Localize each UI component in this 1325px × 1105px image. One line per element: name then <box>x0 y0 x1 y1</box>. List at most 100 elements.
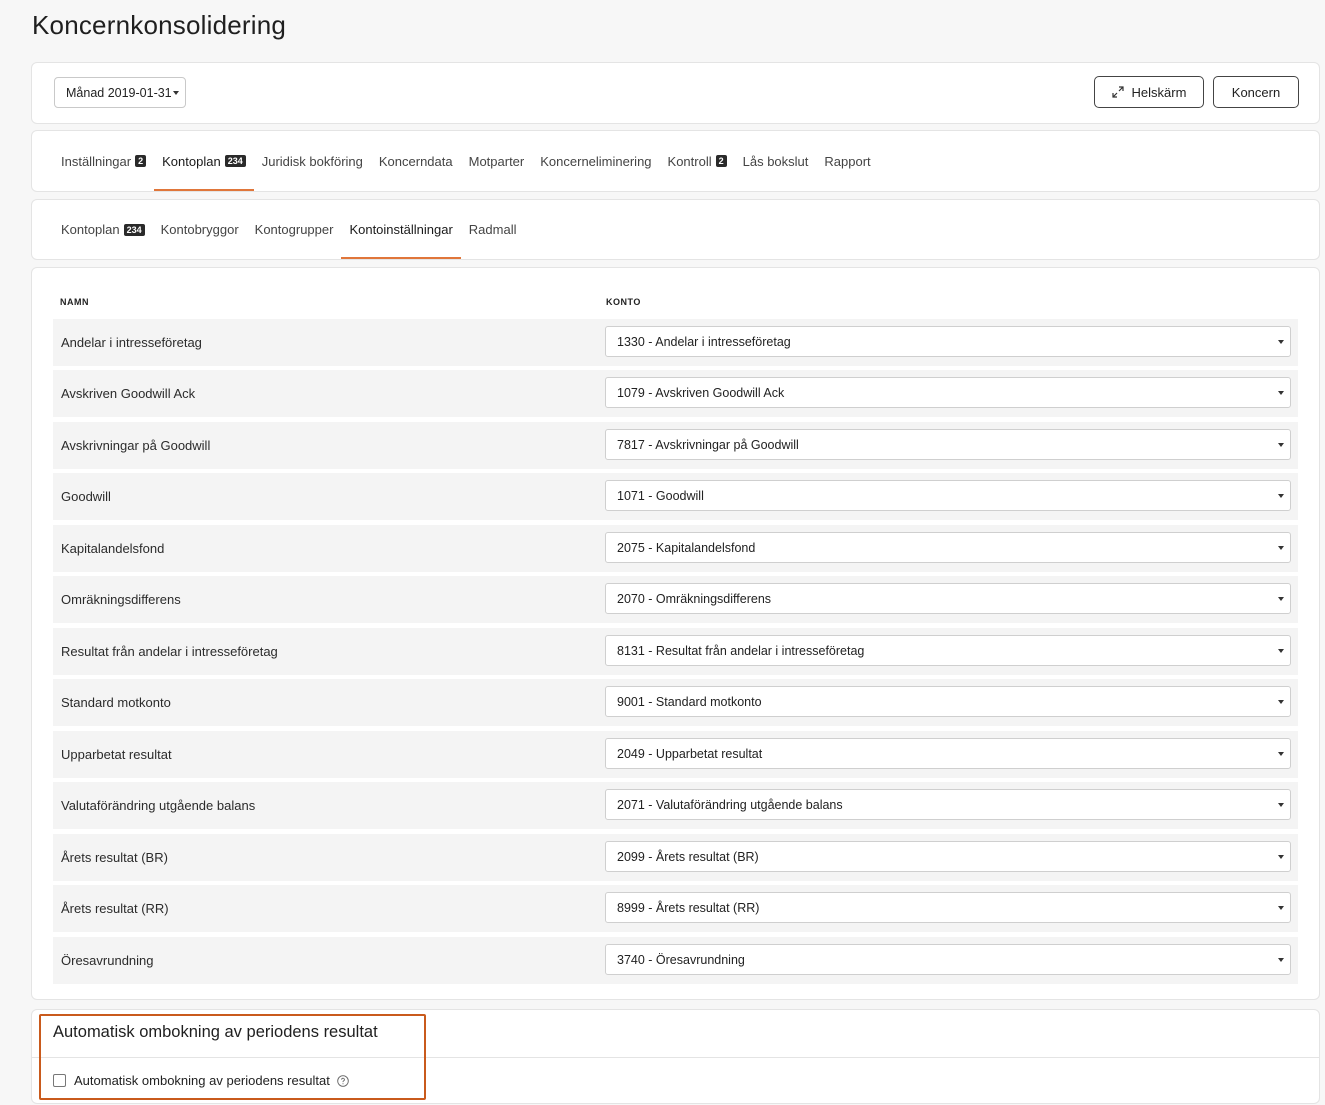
group-button[interactable]: Koncern <box>1213 76 1299 108</box>
count-badge: 234 <box>224 155 246 167</box>
account-select[interactable]: 8999 - Årets resultat (RR) <box>605 892 1291 923</box>
divider <box>32 1057 1319 1058</box>
help-icon[interactable] <box>337 1074 349 1087</box>
tab-label: Kontogrupper <box>254 222 334 237</box>
account-select[interactable]: 3740 - Öresavrundning <box>605 944 1291 975</box>
account-select[interactable]: 2071 - Valutaförändring utgående balans <box>605 789 1291 820</box>
account-select[interactable]: 2070 - Omräkningsdifferens <box>605 583 1291 614</box>
tab-koncerneliminering[interactable]: Koncerneliminering <box>532 131 659 191</box>
account-select-value: 1079 - Avskriven Goodwill Ack <box>617 385 785 400</box>
row-name: Upparbetat resultat <box>61 747 172 762</box>
tab-label: Kontoplan <box>61 222 120 237</box>
tab-installningar[interactable]: Inställningar 2 <box>53 131 154 191</box>
tab-label: Kontobryggor <box>160 222 239 237</box>
page-title: Koncernkonsolidering <box>32 10 287 40</box>
table-row: Valutaförändring utgående balans 2071 - … <box>53 782 1298 829</box>
auto-booking-option: Automatisk ombokning av periodens result… <box>53 1073 349 1088</box>
tab-kontoplan[interactable]: Kontoplan 234 <box>154 131 254 191</box>
row-name: Avskrivningar på Goodwill <box>61 438 211 453</box>
tab-koncerndata[interactable]: Koncerndata <box>371 131 461 191</box>
subtab-kontoinstallningar[interactable]: Kontoinställningar <box>341 200 462 259</box>
table-row: Öresavrundning 3740 - Öresavrundning <box>53 937 1298 984</box>
checkbox-label: Automatisk ombokning av periodens result… <box>74 1073 330 1088</box>
row-name: Årets resultat (RR) <box>61 901 169 916</box>
account-select-value: 9001 - Standard motkonto <box>617 694 762 709</box>
tab-label: Kontroll <box>667 153 712 169</box>
account-select[interactable]: 1079 - Avskriven Goodwill Ack <box>605 377 1291 408</box>
account-select[interactable]: 8131 - Resultat från andelar i intressef… <box>605 635 1291 666</box>
account-select-value: 2099 - Årets resultat (BR) <box>617 849 759 864</box>
row-name: Omräkningsdifferens <box>61 592 181 607</box>
account-select[interactable]: 1330 - Andelar i intresseföretag <box>605 326 1291 357</box>
tab-juridisk-bokforing[interactable]: Juridisk bokföring <box>254 131 371 191</box>
caret-down-icon <box>173 91 179 95</box>
caret-down-icon <box>1278 752 1284 756</box>
row-name: Goodwill <box>61 489 111 504</box>
main-tab-bar: Inställningar 2 Kontoplan 234 Juridisk b… <box>31 130 1320 192</box>
period-select-value: Månad 2019-01-31 <box>66 85 172 100</box>
tab-label: Kontoinställningar <box>349 222 453 237</box>
column-header-account: KONTO <box>606 297 641 307</box>
count-badge: 234 <box>123 223 145 236</box>
subtab-kontogrupper[interactable]: Kontogrupper <box>247 200 342 259</box>
tab-label: Kontoplan <box>162 153 221 169</box>
auto-booking-section: Automatisk ombokning av periodens result… <box>31 1009 1320 1104</box>
tab-label: Juridisk bokföring <box>261 153 363 169</box>
caret-down-icon <box>1278 649 1284 653</box>
caret-down-icon <box>1278 803 1284 807</box>
tab-las-bokslut[interactable]: Lås bokslut <box>735 131 817 191</box>
tab-label: Radmall <box>468 222 517 237</box>
caret-down-icon <box>1278 855 1284 859</box>
caret-down-icon <box>1278 443 1284 447</box>
account-select-value: 3740 - Öresavrundning <box>617 952 745 967</box>
auto-booking-checkbox[interactable] <box>53 1074 66 1087</box>
tab-label: Inställningar <box>61 153 132 169</box>
fullscreen-button-label: Helskärm <box>1131 84 1187 100</box>
account-select[interactable]: 9001 - Standard motkonto <box>605 686 1291 717</box>
subtab-kontoplan[interactable]: Kontoplan 234 <box>53 200 153 259</box>
caret-down-icon <box>1278 906 1284 910</box>
table-row: Årets resultat (RR) 8999 - Årets resulta… <box>53 885 1298 932</box>
row-name: Öresavrundning <box>61 953 154 968</box>
account-select[interactable]: 1071 - Goodwill <box>605 480 1291 511</box>
account-select-value: 8131 - Resultat från andelar i intressef… <box>617 643 865 658</box>
sub-tab-bar: Kontoplan 234 Kontobryggor Kontogrupper … <box>31 199 1320 260</box>
tab-label: Koncerneliminering <box>540 153 652 169</box>
account-select-value: 8999 - Årets resultat (RR) <box>617 900 760 915</box>
period-select[interactable]: Månad 2019-01-31 <box>54 77 186 108</box>
account-select[interactable]: 2099 - Årets resultat (BR) <box>605 841 1291 872</box>
caret-down-icon <box>1278 958 1284 962</box>
column-header-name: NAMN <box>60 297 89 307</box>
row-name: Årets resultat (BR) <box>61 850 168 865</box>
row-name: Standard motkonto <box>61 695 171 710</box>
account-select[interactable]: 2075 - Kapitalandelsfond <box>605 532 1291 563</box>
tab-kontroll[interactable]: Kontroll 2 <box>660 131 735 191</box>
caret-down-icon <box>1278 546 1284 550</box>
subtab-radmall[interactable]: Radmall <box>461 200 525 259</box>
caret-down-icon <box>1278 391 1284 395</box>
tab-label: Lås bokslut <box>742 153 809 169</box>
section-title: Automatisk ombokning av periodens result… <box>53 1023 378 1041</box>
fullscreen-button[interactable]: Helskärm <box>1094 76 1204 108</box>
count-badge: 2 <box>715 155 727 167</box>
table-row: Omräkningsdifferens 2070 - Omräkningsdif… <box>53 576 1298 623</box>
account-settings-table: NAMN KONTO Andelar i intresseföretag 133… <box>31 267 1320 1000</box>
account-select-value: 2049 - Upparbetat resultat <box>617 746 763 761</box>
toolbar: Månad 2019-01-31 Helskärm Koncern <box>31 62 1320 124</box>
table-row: Andelar i intresseföretag 1330 - Andelar… <box>53 319 1298 366</box>
caret-down-icon <box>1278 597 1284 601</box>
row-name: Avskriven Goodwill Ack <box>61 386 196 401</box>
row-name: Valutaförändring utgående balans <box>61 798 256 813</box>
subtab-kontobryggor[interactable]: Kontobryggor <box>153 200 247 259</box>
tab-motparter[interactable]: Motparter <box>461 131 533 191</box>
caret-down-icon <box>1278 494 1284 498</box>
account-select[interactable]: 7817 - Avskrivningar på Goodwill <box>605 429 1291 460</box>
table-row: Resultat från andelar i intresseföretag … <box>53 628 1298 675</box>
tab-rapport[interactable]: Rapport <box>816 131 878 191</box>
count-badge: 2 <box>135 155 147 167</box>
account-select-value: 1071 - Goodwill <box>617 488 704 503</box>
group-button-label: Koncern <box>1231 84 1281 100</box>
table-row: Standard motkonto 9001 - Standard motkon… <box>53 679 1298 726</box>
account-select[interactable]: 2049 - Upparbetat resultat <box>605 738 1291 769</box>
account-select-value: 2070 - Omräkningsdifferens <box>617 591 772 606</box>
